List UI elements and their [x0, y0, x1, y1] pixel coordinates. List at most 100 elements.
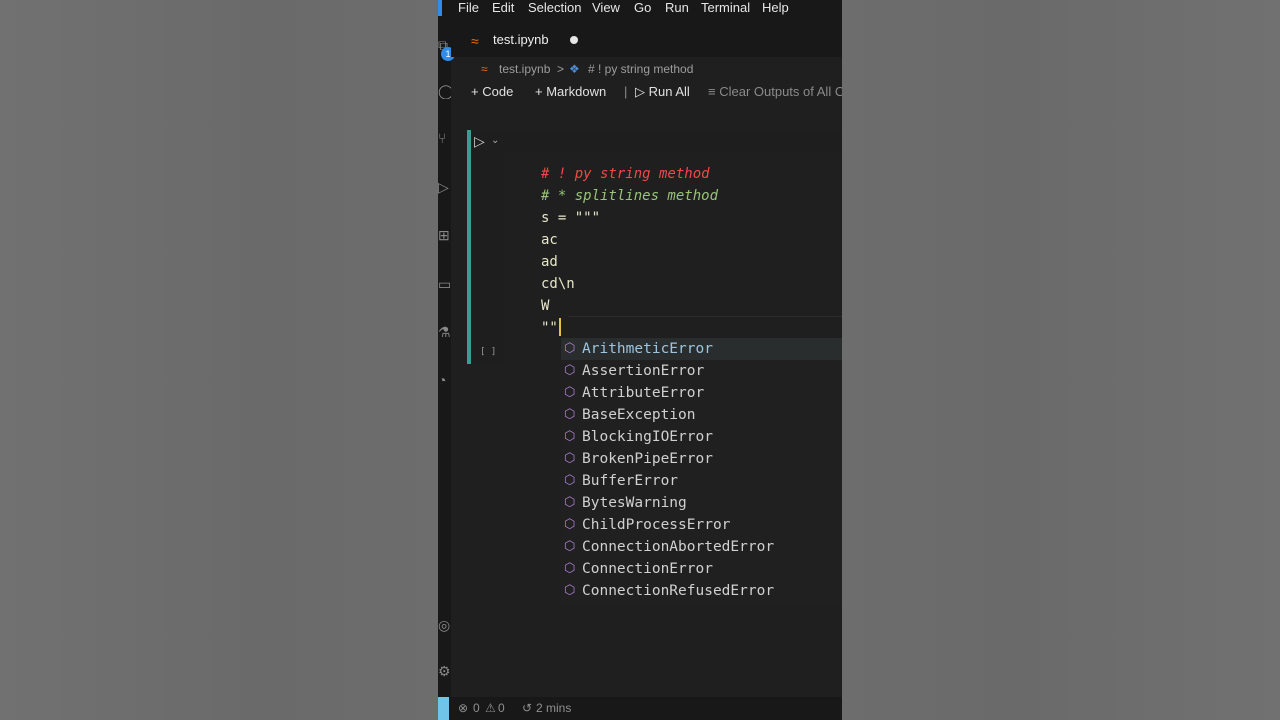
warning-icon: ⚠ [485, 701, 496, 715]
extensions-icon[interactable]: ⊞ [438, 227, 451, 243]
suggestion-label: ChildProcessError [582, 517, 731, 533]
suggestion-label: ConnectionRefusedError [582, 583, 775, 599]
vscode-logo-icon [438, 0, 442, 16]
code-line-6: cd\n [541, 276, 575, 292]
suggestion-item[interactable]: ⬡ AssertionError [561, 360, 842, 382]
menu-edit[interactable]: Edit [492, 0, 514, 16]
suggestion-label: BytesWarning [582, 495, 687, 511]
suggestion-item[interactable]: ⬡ ConnectionRefusedError [561, 580, 842, 602]
code-line-8: "" [541, 320, 558, 336]
code-line-3: s = """ [541, 210, 601, 226]
python-icon: ❖ [569, 62, 580, 76]
source-control-icon[interactable]: ⑂ [438, 130, 451, 146]
suggestion-item[interactable]: ⬡ ConnectionAbortedError [561, 536, 842, 558]
suggestion-item[interactable]: ⬡ ArithmeticError [561, 338, 842, 360]
jupyter-file-icon: ≈ [471, 33, 479, 49]
settings-gear-icon[interactable]: ⚙ [438, 663, 451, 679]
class-icon: ⬡ [564, 363, 576, 378]
warning-count[interactable]: 0 [498, 701, 505, 715]
class-icon: ⬡ [564, 539, 576, 554]
add-markdown-button[interactable]: + Markdown [535, 84, 606, 99]
menu-go[interactable]: Go [634, 0, 651, 16]
suggestion-item[interactable]: ⬡ BrokenPipeError [561, 448, 842, 470]
clear-outputs-label: Clear Outputs of All C [719, 84, 842, 99]
status-bar: ⊗ 0 ⚠ 0 ↺ 2 mins [438, 697, 842, 720]
suggestion-item[interactable]: ⬡ ChildProcessError [561, 514, 842, 536]
suggestion-label: BaseException [582, 407, 696, 423]
notebook-toolbar: + Code + Markdown | ▷ Run All ≡ Clear Ou… [451, 81, 842, 105]
suggestion-item[interactable]: ⬡ BlockingIOError [561, 426, 842, 448]
suggestion-label: ArithmeticError [582, 341, 713, 357]
code-line-5: ad [541, 254, 558, 270]
current-line-highlight [568, 316, 842, 340]
tab-test-ipynb[interactable]: test.ipynb [493, 24, 549, 56]
tab-bar: ≈ test.ipynb [451, 17, 842, 57]
history-icon: ↺ [522, 701, 533, 715]
left-background [0, 0, 438, 720]
run-cell-icon[interactable]: ▷ [474, 133, 485, 150]
class-icon: ⬡ [564, 429, 576, 444]
run-debug-icon[interactable]: ▷ [438, 179, 451, 195]
account-icon[interactable]: ◎ [438, 617, 451, 633]
code-line-1: # ! py string method [541, 166, 710, 182]
suggestion-label: BufferError [582, 473, 679, 489]
suggestion-label: AttributeError [582, 385, 705, 401]
remote-indicator[interactable] [438, 697, 449, 720]
run-all-button[interactable]: ▷ Run All [635, 84, 690, 100]
toolbar-divider: | [624, 84, 628, 99]
menu-terminal[interactable]: Terminal [701, 0, 750, 16]
jupyter-file-icon-small: ≈ [481, 62, 488, 76]
suggestion-label: ConnectionError [582, 561, 713, 577]
menu-file[interactable]: File [458, 0, 479, 16]
class-icon: ⬡ [564, 473, 576, 488]
menu-help[interactable]: Help [762, 0, 789, 16]
suggestion-item[interactable]: ⬡ BytesWarning [561, 492, 842, 514]
suggestion-item[interactable]: ⬡ AttributeError [561, 382, 842, 404]
clear-all-icon: ≡ [708, 84, 720, 99]
breadcrumb-separator: > [557, 62, 565, 76]
plus-icon: + [535, 84, 547, 99]
class-icon: ⬡ [564, 407, 576, 422]
menu-run[interactable]: Run [665, 0, 689, 16]
breadcrumb-file[interactable]: test.ipynb [499, 62, 550, 76]
menu-selection[interactable]: Selection [528, 0, 581, 16]
run-all-icon: ▷ [635, 84, 649, 99]
code-line-4: ac [541, 232, 558, 248]
testing-icon[interactable]: ⚗ [438, 324, 451, 340]
suggestion-label: BlockingIOError [582, 429, 713, 445]
code-line-7: W [541, 298, 550, 314]
activity-bar: ⧉ ◯ ⑂ ▷ ⊞ ▭ ⚗ ◔ ◎ ⚙ [438, 17, 451, 697]
suggestion-item[interactable]: ⬡ BufferError [561, 470, 842, 492]
class-icon: ⬡ [564, 583, 576, 598]
breadcrumb-cell[interactable]: # ! py string method [588, 62, 693, 76]
search-icon[interactable]: ◯ [438, 83, 451, 99]
class-icon: ⬡ [564, 517, 576, 532]
menu-bar: File Edit Selection View Go Run Terminal… [438, 0, 842, 17]
add-markdown-label: Markdown [546, 84, 607, 99]
add-code-label: Code [482, 84, 514, 99]
jupyter-icon[interactable]: ◔ [438, 372, 451, 388]
execution-count: [ ] [480, 347, 497, 357]
class-icon: ⬡ [564, 451, 576, 466]
remote-icon[interactable]: ▭ [438, 276, 451, 292]
unsaved-dot-icon[interactable] [570, 36, 578, 44]
plus-icon: + [471, 84, 483, 99]
chevron-down-icon[interactable]: ⌄ [491, 135, 499, 146]
code-line-2: # * splitlines method [541, 188, 719, 204]
run-all-label: Run All [648, 84, 690, 99]
suggestion-widget: ⬡ ArithmeticError ⬡ AssertionError ⬡ Attrib… [561, 338, 842, 604]
error-count[interactable]: 0 [473, 701, 480, 715]
suggestion-label: ConnectionAbortedError [582, 539, 775, 555]
suggestion-item[interactable]: ⬡ ConnectionError [561, 558, 842, 580]
suggestion-label: BrokenPipeError [582, 451, 713, 467]
class-icon: ⬡ [564, 385, 576, 400]
suggestion-label: AssertionError [582, 363, 705, 379]
add-code-button[interactable]: + Code [471, 84, 513, 99]
time-since[interactable]: 2 mins [536, 701, 571, 715]
class-icon: ⬡ [564, 495, 576, 510]
class-icon: ⬡ [564, 561, 576, 576]
clear-outputs-button[interactable]: ≡ Clear Outputs of All C [708, 84, 842, 99]
menu-view[interactable]: View [592, 0, 620, 16]
suggestion-item[interactable]: ⬡ BaseException [561, 404, 842, 426]
error-icon: ⊗ [458, 701, 469, 715]
